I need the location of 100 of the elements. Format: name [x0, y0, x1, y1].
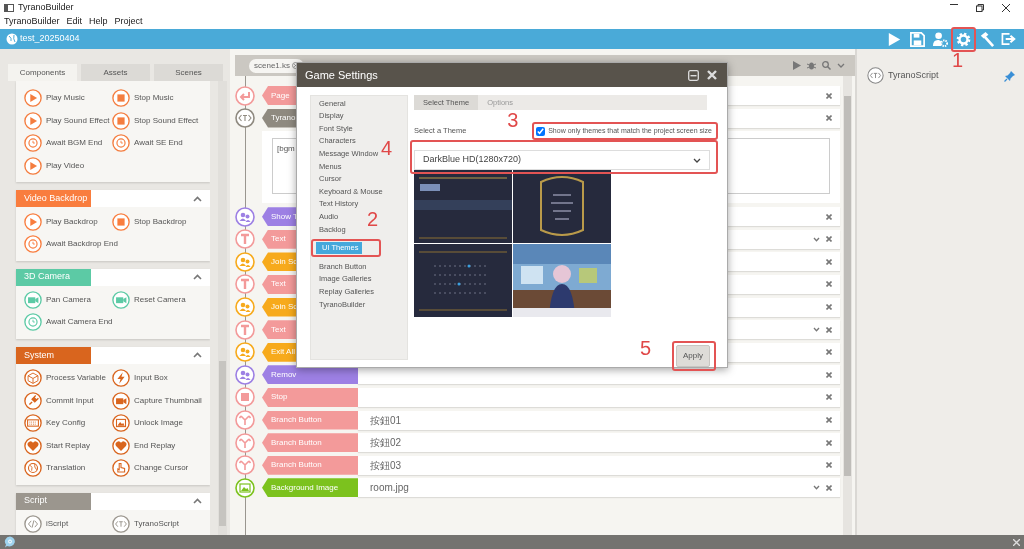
project-name: test_20250404: [20, 32, 80, 46]
minimize-icon[interactable]: [688, 69, 699, 81]
people-icon: [235, 206, 255, 227]
branch-icon: [235, 432, 255, 453]
people-icon: [235, 297, 255, 318]
delete-icon[interactable]: [826, 258, 832, 265]
delete-icon[interactable]: [826, 281, 832, 288]
component-label[interactable]: Stop Sound Effect: [134, 114, 199, 127]
play-icon[interactable]: [886, 30, 903, 48]
component-label[interactable]: Play Backdrop: [46, 215, 98, 228]
delete-icon[interactable]: [826, 213, 832, 220]
delete-icon[interactable]: [826, 462, 832, 469]
chevron-icon[interactable]: [813, 236, 820, 242]
row-field[interactable]: [358, 387, 840, 407]
collapse-icon[interactable]: [193, 352, 202, 359]
component-label[interactable]: iScript: [46, 518, 69, 530]
save-icon[interactable]: [909, 30, 926, 48]
chevron-icon[interactable]: [837, 63, 845, 68]
row-field[interactable]: 按鈕02: [358, 433, 840, 453]
menu-item[interactable]: Edit: [66, 15, 83, 29]
apply-button[interactable]: Apply: [676, 345, 710, 367]
component-label[interactable]: Key Config: [46, 417, 86, 430]
cube-icon: [24, 369, 42, 388]
dialog-title: Game Settings: [305, 67, 378, 83]
delete-icon[interactable]: [826, 236, 832, 243]
menu-item[interactable]: Project: [114, 15, 143, 29]
menu-item[interactable]: Help: [89, 15, 108, 29]
bug-icon[interactable]: [807, 61, 816, 70]
component-label[interactable]: Change Cursor: [134, 462, 189, 475]
component-label[interactable]: Commit Input: [46, 394, 94, 407]
camera-icon: [112, 391, 130, 410]
panel-tab[interactable]: Scenes: [154, 64, 223, 81]
component-label[interactable]: Translation: [46, 462, 86, 475]
delete-icon[interactable]: [826, 326, 832, 333]
component-label[interactable]: Pan Camera: [46, 293, 91, 306]
globe-icon: [24, 459, 42, 478]
scrollbar[interactable]: [843, 76, 852, 535]
component-label[interactable]: Play Video: [46, 160, 85, 173]
play-icon[interactable]: [793, 61, 801, 70]
row-field[interactable]: 按鈕01: [358, 410, 840, 430]
exit-icon[interactable]: [1001, 30, 1018, 48]
component-label[interactable]: Unlock Image: [134, 417, 183, 430]
close-icon[interactable]: [1002, 3, 1010, 12]
pin-icon[interactable]: [1004, 69, 1016, 82]
theme-select[interactable]: DarkBlue HD(1280x720): [414, 150, 710, 170]
component-label[interactable]: Start Replay: [46, 439, 91, 452]
row-field[interactable]: room.jpg: [358, 478, 840, 498]
component-label[interactable]: Capture Thumbnail: [134, 394, 202, 407]
scrollbar[interactable]: [218, 81, 227, 535]
row-field[interactable]: 按鈕03: [358, 455, 840, 475]
search-icon[interactable]: [822, 61, 831, 70]
delete-icon[interactable]: [826, 349, 832, 356]
component-label[interactable]: Stop Music: [134, 92, 174, 105]
people-icon: [235, 364, 255, 385]
component-label[interactable]: TyranoScript: [888, 68, 939, 83]
delete-icon[interactable]: [826, 92, 832, 99]
component-label[interactable]: TyranoScript: [134, 518, 179, 530]
stop-icon: [235, 387, 255, 408]
delete-icon[interactable]: [826, 484, 832, 491]
file-tab[interactable]: scene1.ks: [249, 58, 305, 73]
component-label[interactable]: End Replay: [134, 439, 176, 452]
component-label[interactable]: Await BGM End: [46, 137, 103, 150]
component-label[interactable]: Await SE End: [134, 137, 183, 150]
callout-number: 4: [381, 138, 393, 158]
delete-icon[interactable]: [826, 304, 832, 311]
app-icon: [4, 3, 14, 12]
collapse-icon[interactable]: [193, 195, 202, 202]
component-label[interactable]: Await Backdrop End: [46, 238, 118, 251]
user-gear-icon[interactable]: [932, 30, 949, 48]
collapse-icon[interactable]: [193, 498, 202, 505]
chevron-icon[interactable]: [813, 327, 820, 333]
component-label[interactable]: Stop Backdrop: [134, 215, 187, 228]
collapse-icon[interactable]: [193, 274, 202, 281]
hand-icon: [112, 459, 130, 478]
play-icon: [24, 212, 42, 231]
restore-icon[interactable]: [976, 3, 984, 12]
component-label[interactable]: Play Sound Effect: [46, 114, 110, 127]
tag-icon: [867, 67, 884, 84]
callout-number: 5: [640, 338, 652, 358]
component-label[interactable]: Await Camera End: [46, 316, 113, 329]
delete-icon[interactable]: [826, 417, 832, 424]
play-icon: [24, 111, 42, 130]
delete-icon[interactable]: [826, 394, 832, 401]
delete-icon[interactable]: [826, 115, 832, 122]
help-icon[interactable]: [4, 536, 16, 548]
component-label[interactable]: Play Music: [46, 92, 85, 105]
globe-icon: [6, 33, 18, 45]
panel-tab[interactable]: Components: [8, 64, 77, 81]
minimize-icon[interactable]: [950, 3, 958, 6]
checkbox[interactable]: [536, 126, 546, 136]
hammer-icon[interactable]: [978, 30, 995, 48]
delete-icon[interactable]: [826, 439, 832, 446]
chevron-icon[interactable]: [813, 485, 820, 491]
panel-tab[interactable]: Assets: [81, 64, 150, 81]
window-title: TyranoBuilder: [18, 0, 74, 14]
delete-icon[interactable]: [826, 371, 832, 378]
component-label[interactable]: Input Box: [134, 372, 168, 385]
component-label[interactable]: Reset Camera: [134, 293, 186, 306]
component-label[interactable]: Process Variable: [46, 372, 106, 385]
menu-item[interactable]: TyranoBuilder: [4, 15, 60, 29]
